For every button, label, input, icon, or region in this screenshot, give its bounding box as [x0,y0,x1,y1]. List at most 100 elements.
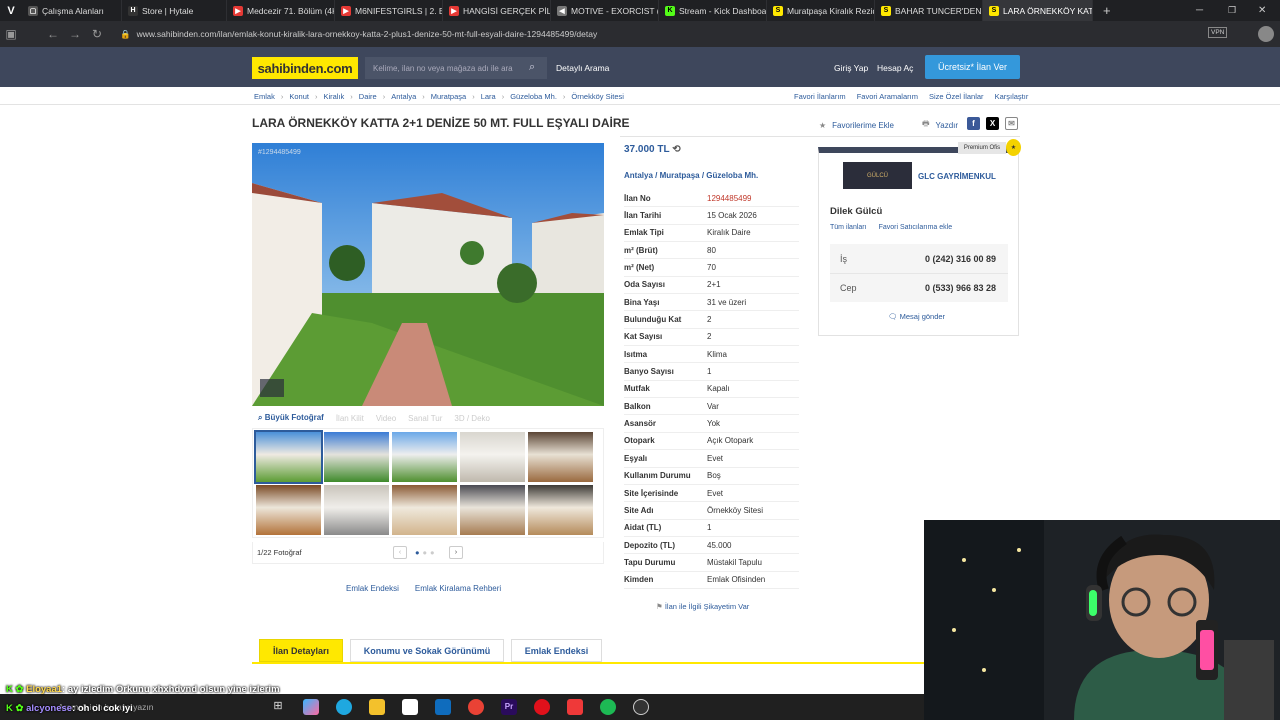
breadcrumb-item[interactable]: Lara [481,92,496,101]
file-explorer-icon[interactable] [369,699,385,715]
breadcrumb-item[interactable]: Emlak [254,92,275,101]
detail-row: Otopark Açık Otopark [624,433,799,451]
site-logo[interactable]: sahibinden.com [252,57,358,79]
tab-emlak-endeksi[interactable]: Emlak Endeksi [511,639,602,662]
address-input[interactable]: 🔒 www.sahibinden.com/ilan/emlak-konut-ki… [120,25,1070,43]
user-link[interactable]: Karşılaştır [995,92,1029,101]
rental-guide-link[interactable]: Emlak Kiralama Rehberi [415,584,501,593]
mail-share-icon[interactable]: ✉ [1005,117,1018,130]
post-ad-button[interactable]: Ücretsiz* İlan Ver [925,55,1020,79]
chrome-icon[interactable] [468,699,484,715]
window-minimize-icon[interactable]: ─ [1196,5,1203,16]
vivaldi-menu-icon[interactable]: V [0,0,22,21]
tab-listing-details[interactable]: İlan Detayları [259,639,343,662]
photo-pagination: 1/22 Fotoğraf ‹ ●●● › [252,542,604,564]
price-history-icon[interactable]: ⟲ [672,144,680,155]
breadcrumb-item[interactable]: Güzeloba Mh. [510,92,557,101]
user-link[interactable]: Favori Aramalarım [857,92,918,101]
browser-tab[interactable]: ▶ Medcezir 71. Bölüm (4K [227,0,335,21]
seller-logo[interactable]: GÜLCÜ [843,162,912,189]
task-view-icon[interactable]: ⊞ [270,699,286,715]
print-link[interactable]: Yazdır [936,121,959,130]
location-district[interactable]: Muratpaşa [660,171,700,180]
forward-icon[interactable]: → [64,27,86,41]
all-ads-link[interactable]: Tüm ilanları [830,224,867,231]
photo-thumbnail[interactable] [256,485,321,535]
x-share-icon[interactable]: X [986,117,999,130]
breadcrumb-item[interactable]: Antalya [391,92,416,101]
spotify-icon[interactable] [600,699,616,715]
panel-toggle-icon[interactable]: ▣ [0,27,22,41]
browser-tab[interactable]: S BAHAR TUNCER'DEN G [875,0,983,21]
webcam-overlay [924,520,1280,720]
send-message-link[interactable]: 🗨 Mesaj gönder [888,312,945,321]
browser-url-bar: ▣ ← → ↻ 🔒 www.sahibinden.com/ilan/emlak-… [0,21,1280,47]
next-photo-button[interactable]: › [449,546,463,559]
add-favorite-seller-link[interactable]: Favori Satıcılarıma ekle [879,224,953,231]
opera-icon[interactable] [534,699,550,715]
photo-thumbnail[interactable] [392,432,457,482]
breadcrumb-item[interactable]: Daire [359,92,377,101]
login-link[interactable]: Giriş Yap [834,63,868,73]
photo-thumbnail[interactable] [324,432,389,482]
outlook-icon[interactable] [435,699,451,715]
browser-tab[interactable]: H Store | Hytale [122,0,227,21]
browser-tab[interactable]: ▶ HANGİSİ GERÇEK PİLOT [443,0,551,21]
user-link[interactable]: Size Özel İlanlar [929,92,984,101]
reload-icon[interactable]: ↻ [86,27,108,41]
search-input[interactable]: Kelime, ilan no veya mağaza adı ile ara … [365,57,547,79]
photo-thumbnail[interactable] [254,430,323,484]
tab-location[interactable]: Konumu ve Sokak Görünümü [350,639,504,662]
back-icon[interactable]: ← [42,27,64,41]
large-photo-button[interactable]: ⌕ Büyük Fotoğraf [252,413,324,423]
location-neighbourhood[interactable]: Güzeloba Mh. [706,171,758,180]
photo-thumbnail[interactable] [460,485,525,535]
detail-value: Örnekköy Sitesi [707,505,764,515]
detail-label: Bulunduğu Kat [624,315,682,325]
tab-favicon-icon: ▶ [449,5,459,16]
main-photo[interactable]: #1294485499 [252,143,604,406]
detail-value: 1 [707,367,712,377]
photo-dots: ●●● [415,548,438,557]
phone-number[interactable]: 0 (242) 316 00 89 [925,254,996,264]
photo-thumbnail[interactable] [528,485,593,535]
browser-tab[interactable]: S LARA ÖRNEKKÖY KATTA [983,0,1093,21]
register-link[interactable]: Hesap Aç [877,63,913,73]
medal-icon: ★ [1006,139,1021,156]
photo-thumbnail[interactable] [460,432,525,482]
window-maximize-icon[interactable]: ❐ [1228,5,1236,16]
browser-tab[interactable]: K Stream - Kick Dashboar [659,0,767,21]
copilot-icon[interactable] [303,699,319,715]
browser-tab[interactable]: ◀ MOTIVE - EXORCIST (Of [551,0,659,21]
edge-icon[interactable] [336,699,352,715]
profile-avatar-icon[interactable] [1258,26,1274,42]
store-icon[interactable] [402,699,418,715]
browser-tab[interactable]: ▢ Çalışma Alanları [22,0,122,21]
search-icon[interactable]: ⌕ [529,61,541,73]
obs-icon[interactable] [633,699,649,715]
user-link[interactable]: Favori İlanlarım [794,92,846,101]
facebook-share-icon[interactable]: f [967,117,980,130]
favorite-link[interactable]: Favorilerime Ekle [832,121,894,130]
breadcrumb-item[interactable]: Konut [289,92,309,101]
phone-number[interactable]: 0 (533) 966 83 28 [925,283,996,293]
photo-thumbnail[interactable] [392,485,457,535]
complaint-link[interactable]: ⚑ İlan ile İlgili Şikayetim Var [656,602,749,611]
detailed-search-link[interactable]: Detaylı Arama [556,63,609,73]
new-tab-button[interactable]: + [1103,3,1111,18]
window-close-icon[interactable]: ✕ [1258,5,1266,16]
photo-thumbnail[interactable] [528,432,593,482]
prev-photo-button[interactable]: ‹ [393,546,407,559]
breadcrumb-item[interactable]: Kiralık [323,92,344,101]
vpn-badge[interactable]: VPN [1208,27,1228,38]
emlak-endeksi-link[interactable]: Emlak Endeksi [346,584,399,593]
breadcrumb-item[interactable]: Muratpaşa [431,92,466,101]
browser-tab[interactable]: ▶ M6NIFESTGIRLS | 2. Böl [335,0,443,21]
vivaldi-icon[interactable] [567,699,583,715]
browser-tab[interactable]: S Muratpaşa Kiralık Rezid [767,0,875,21]
location-city[interactable]: Antalya [624,171,653,180]
breadcrumb-item[interactable]: Örnekköy Sitesi [571,92,624,101]
seller-name[interactable]: GLC GAYRİMENKUL [918,172,996,181]
premiere-icon[interactable]: Pr [501,699,517,715]
photo-thumbnail[interactable] [324,485,389,535]
